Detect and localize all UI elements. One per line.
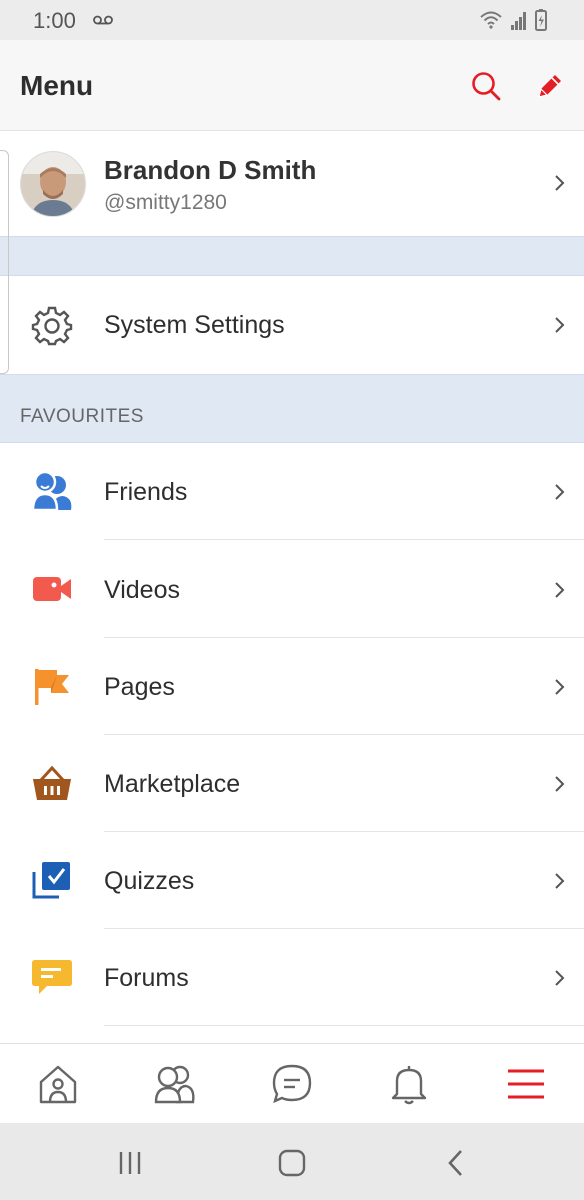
divider (104, 539, 584, 540)
back-icon (448, 1150, 462, 1176)
chevron-right-icon (555, 317, 565, 333)
chevron-right-icon (555, 582, 565, 598)
chat-tab[interactable] (268, 1060, 316, 1108)
chat-icon (272, 1064, 312, 1104)
chevron-right-icon (555, 484, 565, 500)
list-item-pages[interactable]: Pages (0, 638, 584, 735)
home-square-icon (278, 1149, 306, 1177)
forums-label: Forums (104, 964, 189, 992)
page-title: Menu (20, 70, 94, 101)
voicemail-icon (93, 12, 113, 30)
list-item-forums[interactable]: Forums (0, 929, 584, 1026)
search-icon (472, 72, 501, 101)
bell-icon (391, 1066, 427, 1105)
friends-icon (30, 469, 74, 513)
menu-icon (508, 1069, 544, 1099)
recent-apps-button[interactable] (110, 1145, 150, 1181)
chevron-right-icon (555, 175, 565, 191)
quiz-checkbox-icon (30, 858, 74, 902)
friends-icon (154, 1065, 195, 1104)
status-icons (480, 8, 550, 37)
notifications-tab[interactable] (385, 1060, 433, 1108)
status-time: 1:00 (33, 8, 76, 33)
gear-icon (30, 303, 74, 347)
chevron-right-icon (555, 776, 565, 792)
friends-label: Friends (104, 478, 188, 506)
list-item-quizzes[interactable]: Quizzes (0, 832, 584, 929)
avatar (20, 151, 86, 217)
app-header: Menu (0, 40, 584, 131)
chevron-right-icon (555, 970, 565, 986)
chevron-right-icon (555, 873, 565, 889)
profile-name: Brandon D Smith (104, 155, 317, 185)
pencil-icon (538, 75, 561, 98)
video-camera-icon (30, 567, 74, 611)
basket-icon (30, 761, 74, 805)
home-tab[interactable] (34, 1060, 82, 1108)
drawer-edge (0, 150, 9, 374)
home-button[interactable] (272, 1145, 312, 1181)
quizzes-label: Quizzes (104, 867, 195, 895)
home-icon (39, 1065, 77, 1104)
videos-label: Videos (104, 576, 180, 604)
profile-handle: @smitty1280 (104, 191, 227, 214)
list-item-friends[interactable]: Friends (0, 443, 584, 540)
menu-tab[interactable] (502, 1060, 550, 1108)
search-button[interactable] (466, 66, 506, 106)
status-bar: 1:00 (0, 0, 584, 40)
profile-row[interactable]: Brandon D Smith @smitty1280 (0, 131, 584, 236)
system-settings-row[interactable]: System Settings (0, 276, 584, 373)
list-item-marketplace[interactable]: Marketplace (0, 735, 584, 832)
pages-label: Pages (104, 673, 175, 701)
recent-apps-icon (119, 1152, 141, 1174)
friends-tab[interactable] (151, 1060, 199, 1108)
system-settings-label: System Settings (104, 311, 285, 339)
battery-icon (535, 9, 547, 31)
wifi-icon (480, 11, 502, 29)
list-item-videos[interactable]: Videos (0, 541, 584, 638)
back-button[interactable] (436, 1145, 476, 1181)
marketplace-label: Marketplace (104, 770, 241, 798)
chevron-right-icon (555, 679, 565, 695)
section-spacer (0, 236, 584, 276)
favourites-header-label: FAVOURITES (20, 406, 144, 427)
divider (104, 1025, 584, 1026)
bottom-nav (0, 1043, 584, 1124)
forum-chat-icon (30, 955, 74, 999)
flag-icon (30, 664, 74, 708)
compose-button[interactable] (530, 66, 570, 106)
system-nav-bar (0, 1123, 584, 1200)
favourites-header: FAVOURITES (0, 374, 584, 443)
signal-icon (511, 12, 526, 30)
